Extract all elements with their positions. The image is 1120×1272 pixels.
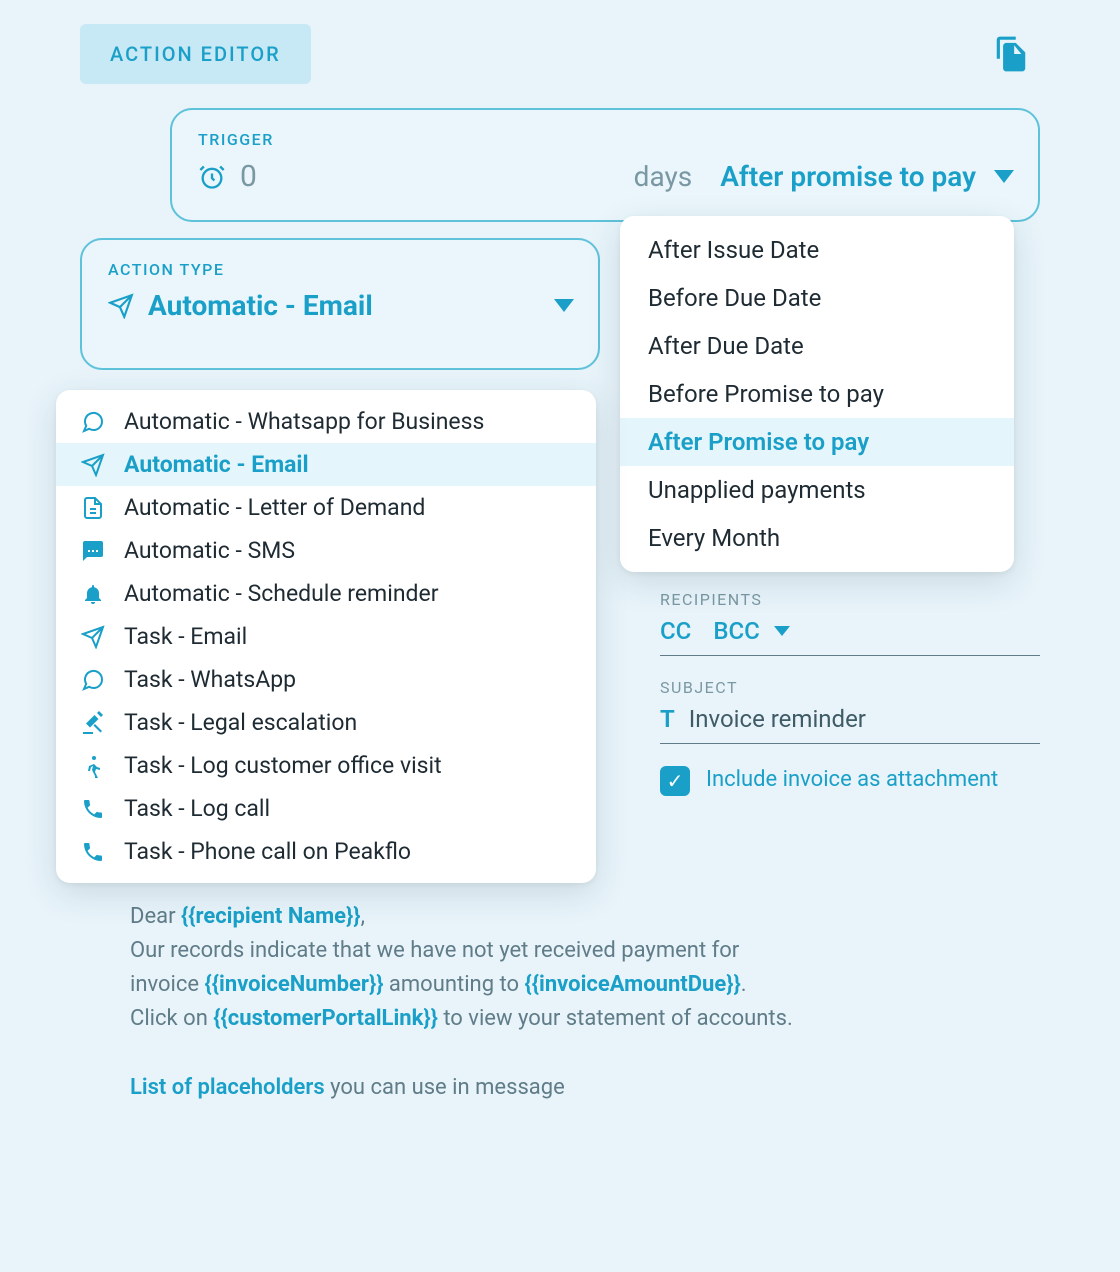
whatsapp-icon: [80, 409, 106, 435]
phone-icon: [80, 839, 106, 865]
chevron-down-icon: [774, 626, 790, 636]
body-text: ,: [361, 904, 365, 929]
action-type-option[interactable]: Task - Phone call on Peakflo: [56, 830, 596, 873]
action-type-option-label: Task - WhatsApp: [124, 666, 296, 693]
send-icon: [108, 293, 134, 319]
action-type-value: Automatic - Email: [148, 289, 540, 322]
action-type-option[interactable]: Task - WhatsApp: [56, 658, 596, 701]
trigger-option[interactable]: Unapplied payments: [620, 466, 1014, 514]
email-body-editor[interactable]: Dear {{recipient Name}}, Our records ind…: [130, 900, 1020, 1036]
phone-icon: [80, 796, 106, 822]
action-type-options-popover: Automatic - Whatsapp for Business Automat…: [56, 390, 596, 883]
bell-icon: [80, 581, 106, 607]
placeholders-link[interactable]: List of placeholders: [130, 1075, 325, 1100]
body-text: Click on: [130, 1006, 213, 1031]
text-icon: T: [660, 705, 675, 733]
placeholders-hint: List of placeholders you can use in mess…: [130, 1075, 565, 1100]
action-type-option[interactable]: Task - Legal escalation: [56, 701, 596, 744]
cc-button[interactable]: CC: [660, 617, 691, 645]
action-type-option-label: Automatic - Schedule reminder: [124, 580, 439, 607]
trigger-option[interactable]: After Due Date: [620, 322, 1014, 370]
trigger-option[interactable]: Before Due Date: [620, 274, 1014, 322]
action-type-option[interactable]: Task - Log customer office visit: [56, 744, 596, 787]
placeholder-token: {{customerPortalLink}}: [213, 1006, 438, 1031]
placeholder-token: {{invoiceNumber}}: [205, 972, 384, 997]
action-type-option[interactable]: Automatic - Email: [56, 443, 596, 486]
body-text: to view your statement of accounts.: [438, 1006, 793, 1031]
send-icon: [80, 624, 106, 650]
recipients-field: RECIPIENTS CC BCC: [660, 590, 1040, 656]
action-type-option-label: Task - Legal escalation: [124, 709, 357, 736]
gavel-icon: [80, 710, 106, 736]
action-type-option[interactable]: Task - Email: [56, 615, 596, 658]
subject-input[interactable]: Invoice reminder: [689, 705, 866, 733]
trigger-days-input[interactable]: 0: [240, 159, 257, 194]
body-text: .: [741, 972, 747, 997]
action-type-dropdown[interactable]: Automatic - Email: [108, 289, 574, 322]
whatsapp-icon: [80, 667, 106, 693]
action-type-label: ACTION TYPE: [108, 260, 574, 279]
walk-icon: [80, 753, 106, 779]
attachment-toggle[interactable]: ✓ Include invoice as attachment: [660, 766, 1040, 796]
action-type-option-label: Automatic - Email: [124, 451, 309, 478]
action-type-option-label: Task - Log call: [124, 795, 270, 822]
body-text: Dear: [130, 904, 181, 929]
subject-label: SUBJECT: [660, 678, 1040, 697]
action-type-option-label: Task - Email: [124, 623, 247, 650]
action-type-option[interactable]: Task - Log call: [56, 787, 596, 830]
chevron-down-icon: [554, 299, 574, 312]
alarm-icon: [198, 163, 226, 191]
action-type-option[interactable]: Automatic - SMS: [56, 529, 596, 572]
trigger-type-value: After promise to pay: [720, 160, 976, 193]
action-type-option-label: Task - Phone call on Peakflo: [124, 838, 411, 865]
action-type-option-label: Automatic - Whatsapp for Business: [124, 408, 484, 435]
trigger-card: TRIGGER 0 days After promise to pay: [170, 108, 1040, 222]
page-title: ACTION EDITOR: [80, 24, 311, 84]
action-type-option-label: Task - Log customer office visit: [124, 752, 442, 779]
sms-icon: [80, 538, 106, 564]
trigger-option[interactable]: After Issue Date: [620, 226, 1014, 274]
trigger-option[interactable]: After Promise to pay: [620, 418, 1014, 466]
action-type-option-label: Automatic - SMS: [124, 537, 295, 564]
action-type-option[interactable]: Automatic - Letter of Demand: [56, 486, 596, 529]
trigger-option[interactable]: Before Promise to pay: [620, 370, 1014, 418]
placeholder-token: {{recipient Name}}: [181, 904, 361, 929]
trigger-days-suffix: days: [634, 160, 693, 193]
body-text: invoice: [130, 972, 205, 997]
trigger-options-popover: After Issue DateBefore Due DateAfter Due…: [620, 216, 1014, 572]
action-type-option[interactable]: Automatic - Whatsapp for Business: [56, 400, 596, 443]
action-type-card: ACTION TYPE Automatic - Email: [80, 238, 600, 370]
checkbox-checked-icon: ✓: [660, 766, 690, 796]
bcc-button[interactable]: BCC: [713, 617, 790, 645]
action-type-option-label: Automatic - Letter of Demand: [124, 494, 425, 521]
subject-field: SUBJECT T Invoice reminder: [660, 678, 1040, 744]
placeholders-suffix: you can use in message: [325, 1075, 565, 1100]
chevron-down-icon: [994, 170, 1014, 183]
body-text: amounting to: [383, 972, 524, 997]
placeholder-token: {{invoiceAmountDue}}: [525, 972, 741, 997]
trigger-label: TRIGGER: [198, 130, 1014, 149]
attachment-label: Include invoice as attachment: [706, 766, 998, 795]
send-icon: [80, 452, 106, 478]
doc-icon: [80, 495, 106, 521]
bcc-label: BCC: [713, 617, 760, 645]
trigger-option[interactable]: Every Month: [620, 514, 1014, 562]
action-type-option[interactable]: Automatic - Schedule reminder: [56, 572, 596, 615]
body-text: Our records indicate that we have not ye…: [130, 934, 1020, 968]
copy-icon[interactable]: [992, 35, 1030, 73]
trigger-type-dropdown[interactable]: After promise to pay: [720, 160, 1014, 193]
recipients-label: RECIPIENTS: [660, 590, 1040, 609]
